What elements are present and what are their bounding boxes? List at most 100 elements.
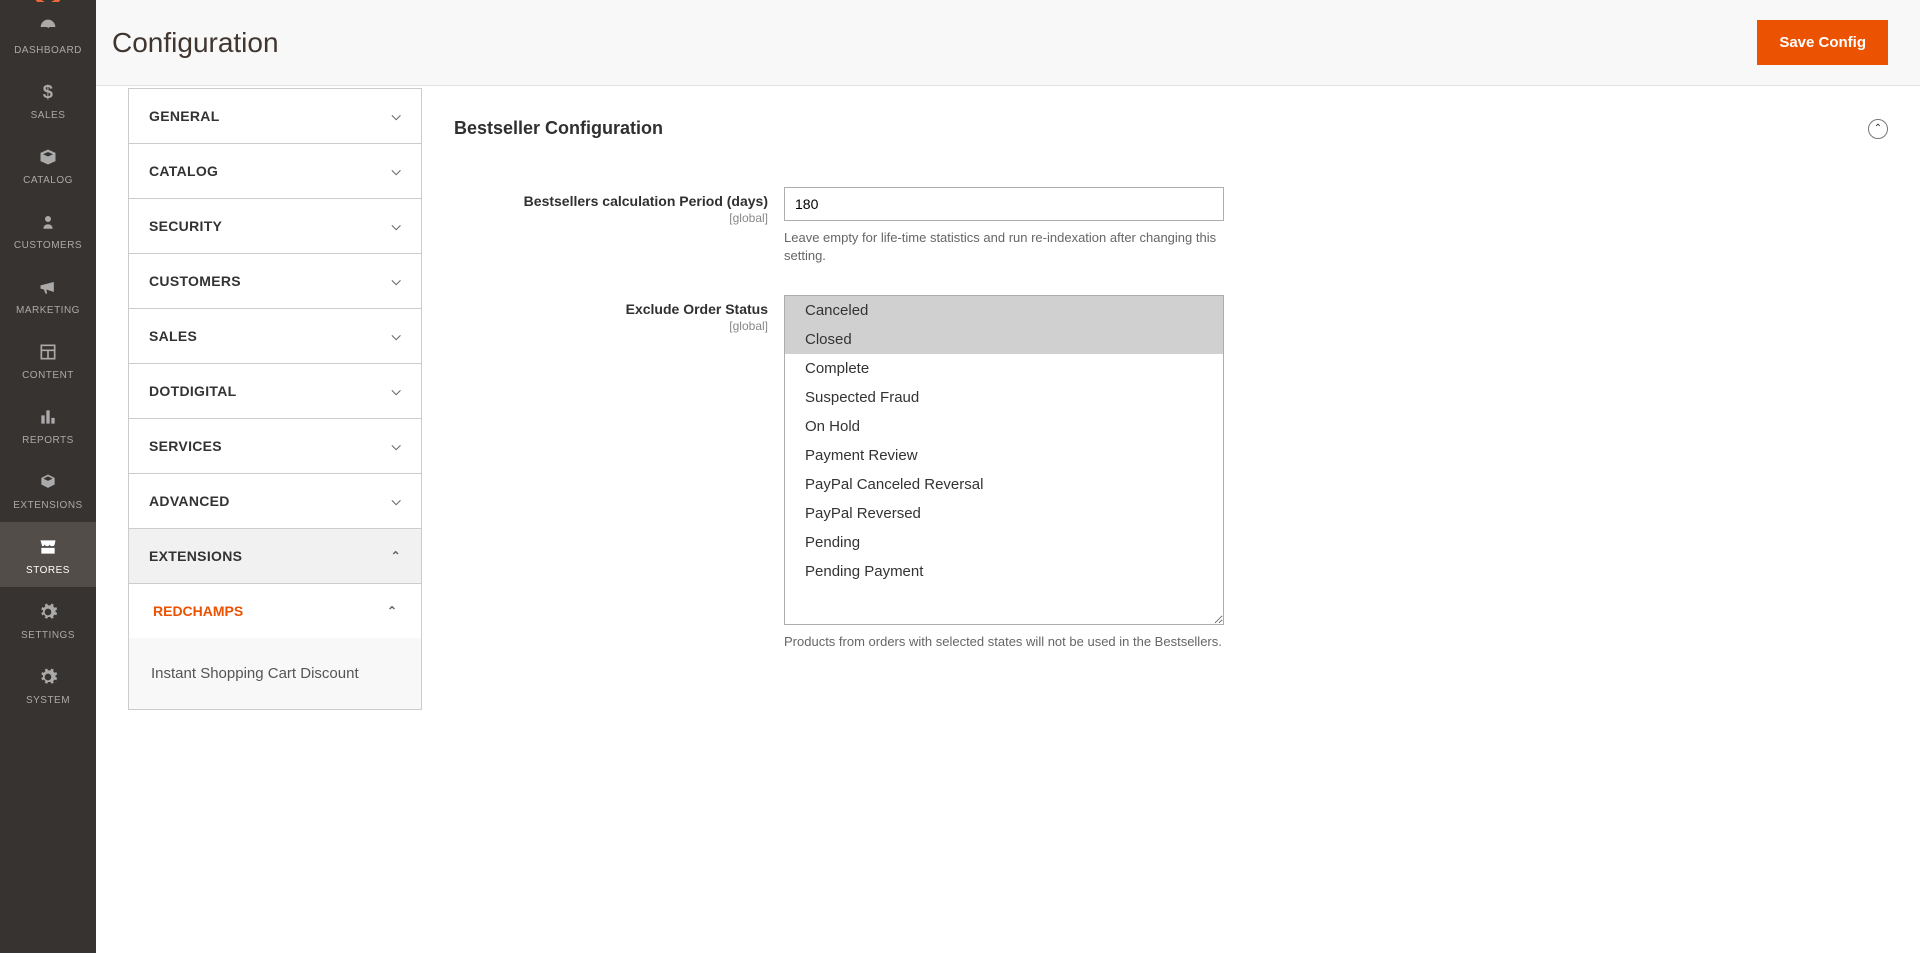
- tab-label: CUSTOMERS: [149, 273, 241, 289]
- chevron-down-icon: ⌵: [392, 274, 401, 289]
- field-scope: [global]: [454, 211, 768, 225]
- sidebar-item-dashboard[interactable]: DASHBOARD: [0, 2, 96, 67]
- field-scope: [global]: [454, 319, 768, 333]
- multiselect-option[interactable]: Pending: [785, 528, 1223, 557]
- tab-leaf-instant-shopping[interactable]: Instant Shopping Cart Discount: [128, 638, 422, 710]
- chevron-down-icon: ⌵: [392, 219, 401, 234]
- tab-customers[interactable]: CUSTOMERS ⌵: [128, 254, 422, 309]
- gear-icon: [38, 600, 58, 624]
- multiselect-option[interactable]: Payment Review: [785, 441, 1223, 470]
- tab-security[interactable]: SECURITY ⌵: [128, 199, 422, 254]
- sidebar-item-label: MARKETING: [16, 305, 80, 316]
- save-config-button[interactable]: Save Config: [1757, 20, 1888, 65]
- collapse-section-button[interactable]: ⌃: [1868, 119, 1888, 139]
- page-title: Configuration: [112, 27, 279, 59]
- sidebar-item-reports[interactable]: REPORTS: [0, 392, 96, 457]
- dollar-icon: $: [38, 80, 58, 104]
- chevron-up-icon: ⌃: [1874, 123, 1882, 134]
- tab-advanced[interactable]: ADVANCED ⌵: [128, 474, 422, 529]
- multiselect-option[interactable]: On Hold: [785, 412, 1223, 441]
- tab-extensions[interactable]: EXTENSIONS ⌃: [128, 529, 422, 584]
- sidebar-item-label: EXTENSIONS: [13, 500, 82, 511]
- exclude-status-multiselect[interactable]: CanceledClosedCompleteSuspected FraudOn …: [784, 295, 1224, 625]
- chevron-down-icon: ⌵: [392, 329, 401, 344]
- main-content: Configuration Save Config GENERAL ⌵ CATAL…: [96, 0, 1920, 953]
- svg-text:$: $: [43, 82, 54, 102]
- tab-general[interactable]: GENERAL ⌵: [128, 88, 422, 144]
- tab-sub-redchamps[interactable]: REDCHAMPS ⌃: [128, 584, 422, 638]
- tab-label: EXTENSIONS: [149, 548, 242, 564]
- tab-label: DOTDIGITAL: [149, 383, 237, 399]
- bars-icon: [38, 405, 58, 429]
- sidebar-item-label: SALES: [31, 110, 66, 121]
- config-tabs-panel: GENERAL ⌵ CATALOG ⌵ SECURITY ⌵ CUSTOMERS ⌵ S…: [96, 86, 422, 714]
- tab-catalog[interactable]: CATALOG ⌵: [128, 144, 422, 199]
- chevron-down-icon: ⌵: [392, 109, 401, 124]
- chevron-up-icon: ⌃: [391, 549, 401, 563]
- tab-label: REDCHAMPS: [153, 603, 243, 619]
- chevron-down-icon: ⌵: [392, 439, 401, 454]
- tab-label: SECURITY: [149, 218, 222, 234]
- sidebar-item-marketing[interactable]: MARKETING: [0, 262, 96, 327]
- sidebar-item-label: SETTINGS: [21, 630, 75, 641]
- chevron-down-icon: ⌵: [392, 494, 401, 509]
- chevron-down-icon: ⌵: [392, 164, 401, 179]
- form-label-col: Exclude Order Status [global]: [454, 295, 784, 651]
- sidebar-item-label: CUSTOMERS: [14, 240, 82, 251]
- box-icon: [38, 145, 58, 169]
- multiselect-option[interactable]: Pending Payment: [785, 557, 1223, 586]
- form-input-col: Leave empty for life-time statistics and…: [784, 187, 1224, 265]
- sidebar-item-label: STORES: [26, 565, 70, 576]
- layout-icon: [38, 340, 58, 364]
- sidebar-item-content[interactable]: CONTENT: [0, 327, 96, 392]
- form-row-period: Bestsellers calculation Period (days) [g…: [454, 187, 1888, 265]
- multiselect-option[interactable]: PayPal Canceled Reversal: [785, 470, 1223, 499]
- form-label-col: Bestsellers calculation Period (days) [g…: [454, 187, 784, 265]
- tab-label: ADVANCED: [149, 493, 230, 509]
- gear-icon: [38, 665, 58, 689]
- page-header: Configuration Save Config: [96, 0, 1920, 86]
- sidebar-item-label: REPORTS: [22, 435, 74, 446]
- multiselect-option[interactable]: Complete: [785, 354, 1223, 383]
- config-form: Bestseller Configuration ⌃ Bestsellers c…: [422, 86, 1920, 714]
- sidebar-item-settings[interactable]: SETTINGS: [0, 587, 96, 652]
- sidebar-item-label: SYSTEM: [26, 695, 70, 706]
- sidebar-item-system[interactable]: SYSTEM: [0, 652, 96, 717]
- sidebar-item-label: CATALOG: [23, 175, 73, 186]
- chevron-down-icon: ⌵: [392, 384, 401, 399]
- multiselect-option[interactable]: Closed: [785, 325, 1223, 354]
- sidebar-item-extensions[interactable]: EXTENSIONS: [0, 457, 96, 522]
- period-input[interactable]: [784, 187, 1224, 221]
- field-note: Products from orders with selected state…: [784, 633, 1224, 651]
- tab-label: SALES: [149, 328, 197, 344]
- tab-label: CATALOG: [149, 163, 218, 179]
- tab-sales[interactable]: SALES ⌵: [128, 309, 422, 364]
- person-icon: [39, 210, 57, 234]
- sidebar-item-label: CONTENT: [22, 370, 74, 381]
- tab-services[interactable]: SERVICES ⌵: [128, 419, 422, 474]
- storefront-icon: [37, 535, 59, 559]
- form-input-col: CanceledClosedCompleteSuspected FraudOn …: [784, 295, 1224, 651]
- field-label: Bestsellers calculation Period (days): [524, 193, 768, 209]
- sidebar-item-stores[interactable]: STORES: [0, 522, 96, 587]
- tab-label: GENERAL: [149, 108, 220, 124]
- admin-sidebar: DASHBOARD $ SALES CATALOG CUSTOMERS MARK…: [0, 0, 96, 953]
- puzzle-icon: [38, 470, 58, 494]
- megaphone-icon: [37, 275, 59, 299]
- multiselect-option[interactable]: Canceled: [785, 296, 1223, 325]
- multiselect-option[interactable]: Suspected Fraud: [785, 383, 1223, 412]
- content-wrapper: GENERAL ⌵ CATALOG ⌵ SECURITY ⌵ CUSTOMERS ⌵ S…: [96, 86, 1920, 714]
- tab-label: SERVICES: [149, 438, 222, 454]
- multiselect-option[interactable]: PayPal Reversed: [785, 499, 1223, 528]
- form-row-exclude-status: Exclude Order Status [global] CanceledCl…: [454, 295, 1888, 651]
- section-title: Bestseller Configuration: [454, 118, 663, 139]
- field-note: Leave empty for life-time statistics and…: [784, 229, 1224, 265]
- sidebar-item-label: DASHBOARD: [14, 45, 82, 56]
- sidebar-item-customers[interactable]: CUSTOMERS: [0, 197, 96, 262]
- sidebar-item-catalog[interactable]: CATALOG: [0, 132, 96, 197]
- tab-dotdigital[interactable]: DOTDIGITAL ⌵: [128, 364, 422, 419]
- section-header: Bestseller Configuration ⌃: [454, 118, 1888, 157]
- field-label: Exclude Order Status: [626, 301, 768, 317]
- chevron-up-icon: ⌃: [387, 604, 397, 618]
- sidebar-item-sales[interactable]: $ SALES: [0, 67, 96, 132]
